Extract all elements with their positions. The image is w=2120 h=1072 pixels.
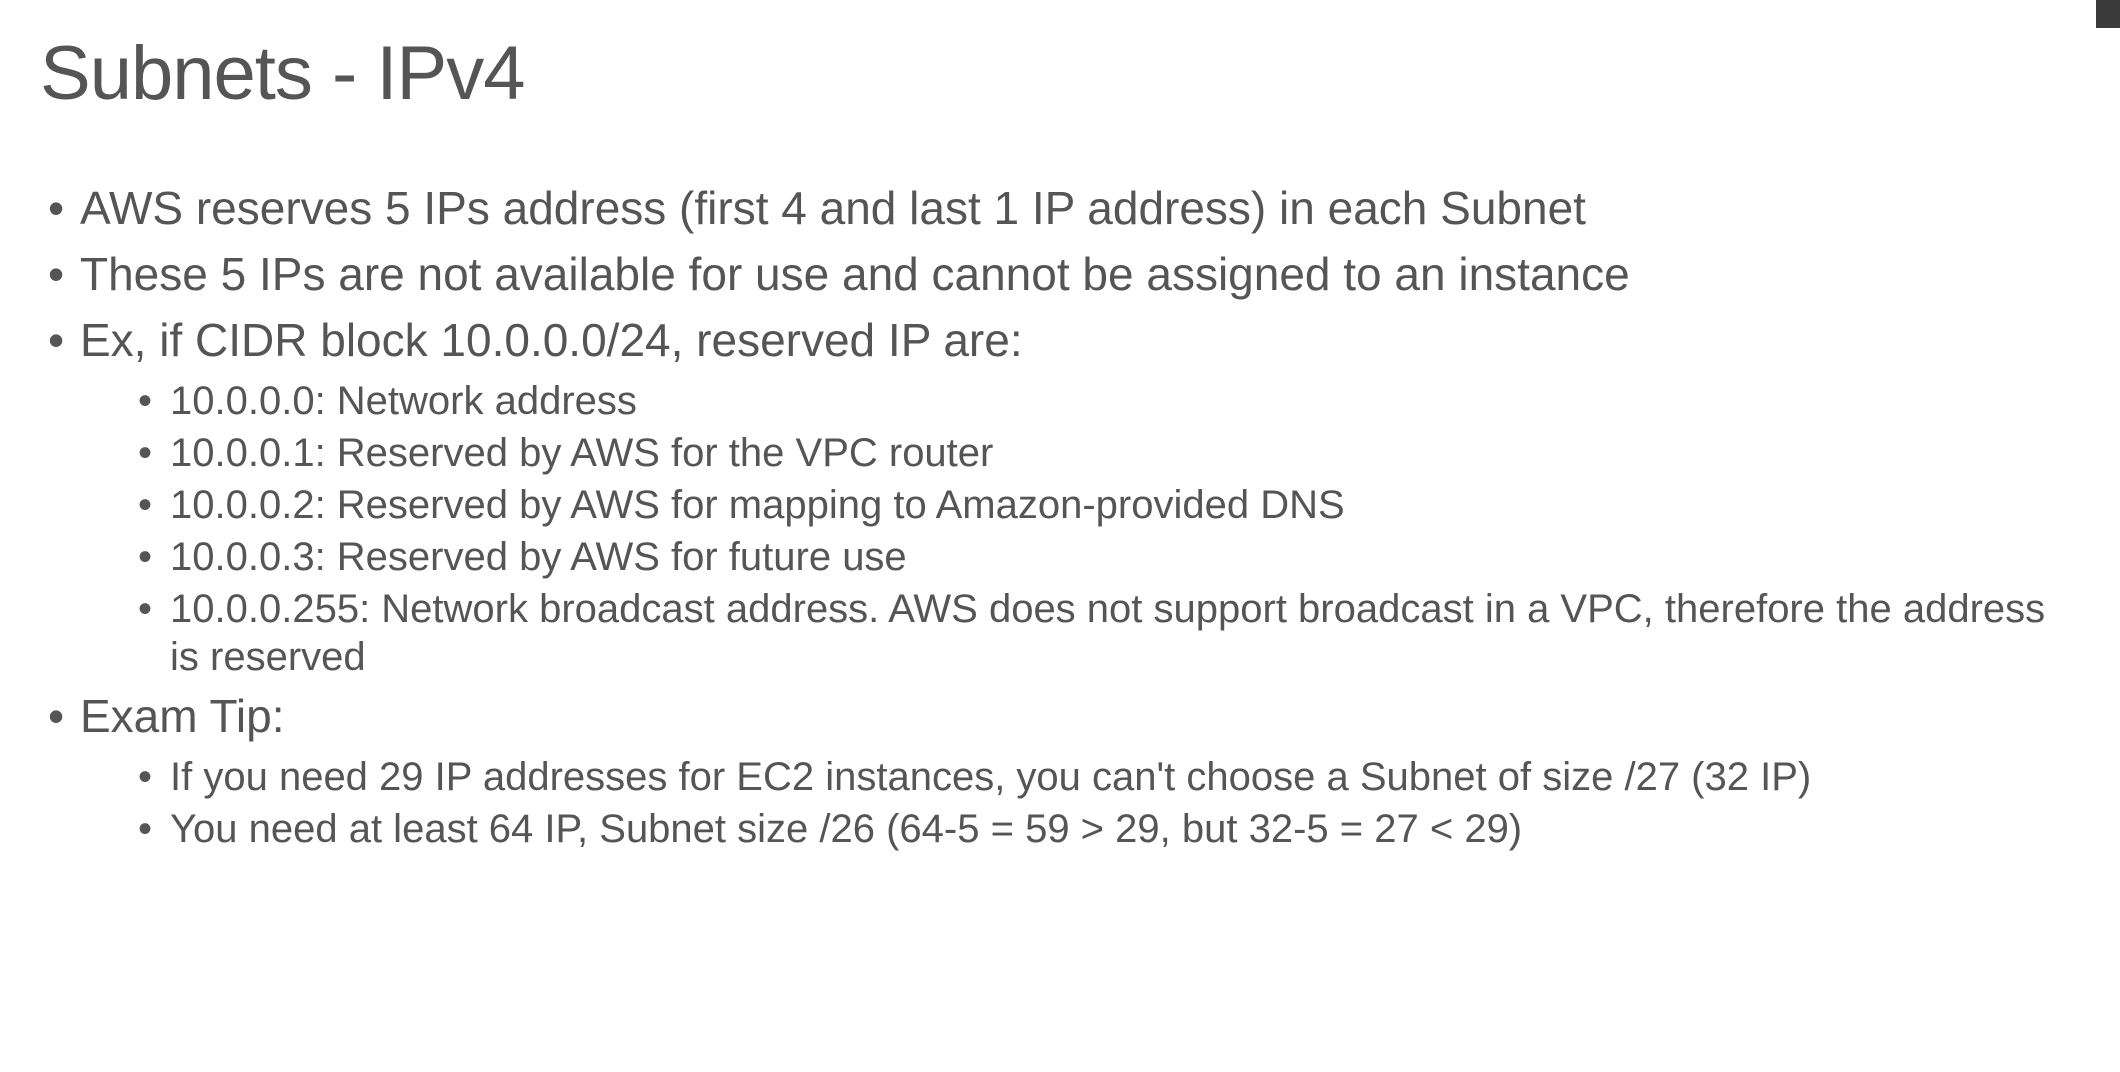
sub-list-item: 10.0.0.3: Reserved by AWS for future use <box>130 533 2080 581</box>
sub-list-item: You need at least 64 IP, Subnet size /26… <box>130 805 2080 853</box>
list-item-text: AWS reserves 5 IPs address (first 4 and … <box>80 182 1586 234</box>
sub-bullet-list: 10.0.0.0: Network address 10.0.0.1: Rese… <box>80 377 2080 681</box>
sub-list-item: 10.0.0.255: Network broadcast address. A… <box>130 585 2080 681</box>
sub-list-item: If you need 29 IP addresses for EC2 inst… <box>130 753 2080 801</box>
sub-bullet-list: If you need 29 IP addresses for EC2 inst… <box>80 753 2080 853</box>
sub-list-item: 10.0.0.1: Reserved by AWS for the VPC ro… <box>130 429 2080 477</box>
sub-list-item-text: You need at least 64 IP, Subnet size /26… <box>170 807 1522 851</box>
sub-list-item-text: 10.0.0.3: Reserved by AWS for future use <box>170 535 907 579</box>
sub-list-item-text: 10.0.0.1: Reserved by AWS for the VPC ro… <box>170 431 993 475</box>
sub-list-item-text: 10.0.0.255: Network broadcast address. A… <box>170 587 2045 679</box>
list-item-text: These 5 IPs are not available for use an… <box>80 248 1630 300</box>
sub-list-item: 10.0.0.0: Network address <box>130 377 2080 425</box>
list-item: These 5 IPs are not available for use an… <box>40 243 2080 305</box>
sub-list-item: 10.0.0.2: Reserved by AWS for mapping to… <box>130 481 2080 529</box>
list-item: Exam Tip: If you need 29 IP addresses fo… <box>40 685 2080 853</box>
bullet-list: AWS reserves 5 IPs address (first 4 and … <box>40 177 2080 853</box>
list-item: AWS reserves 5 IPs address (first 4 and … <box>40 177 2080 239</box>
list-item-text: Ex, if CIDR block 10.0.0.0/24, reserved … <box>80 314 1023 366</box>
list-item: Ex, if CIDR block 10.0.0.0/24, reserved … <box>40 309 2080 681</box>
list-item-text: Exam Tip: <box>80 690 285 742</box>
sub-list-item-text: 10.0.0.2: Reserved by AWS for mapping to… <box>170 483 1345 527</box>
sub-list-item-text: If you need 29 IP addresses for EC2 inst… <box>170 755 1811 799</box>
corner-mark <box>2096 0 2120 28</box>
slide-title: Subnets - IPv4 <box>40 30 2080 117</box>
sub-list-item-text: 10.0.0.0: Network address <box>170 379 637 423</box>
